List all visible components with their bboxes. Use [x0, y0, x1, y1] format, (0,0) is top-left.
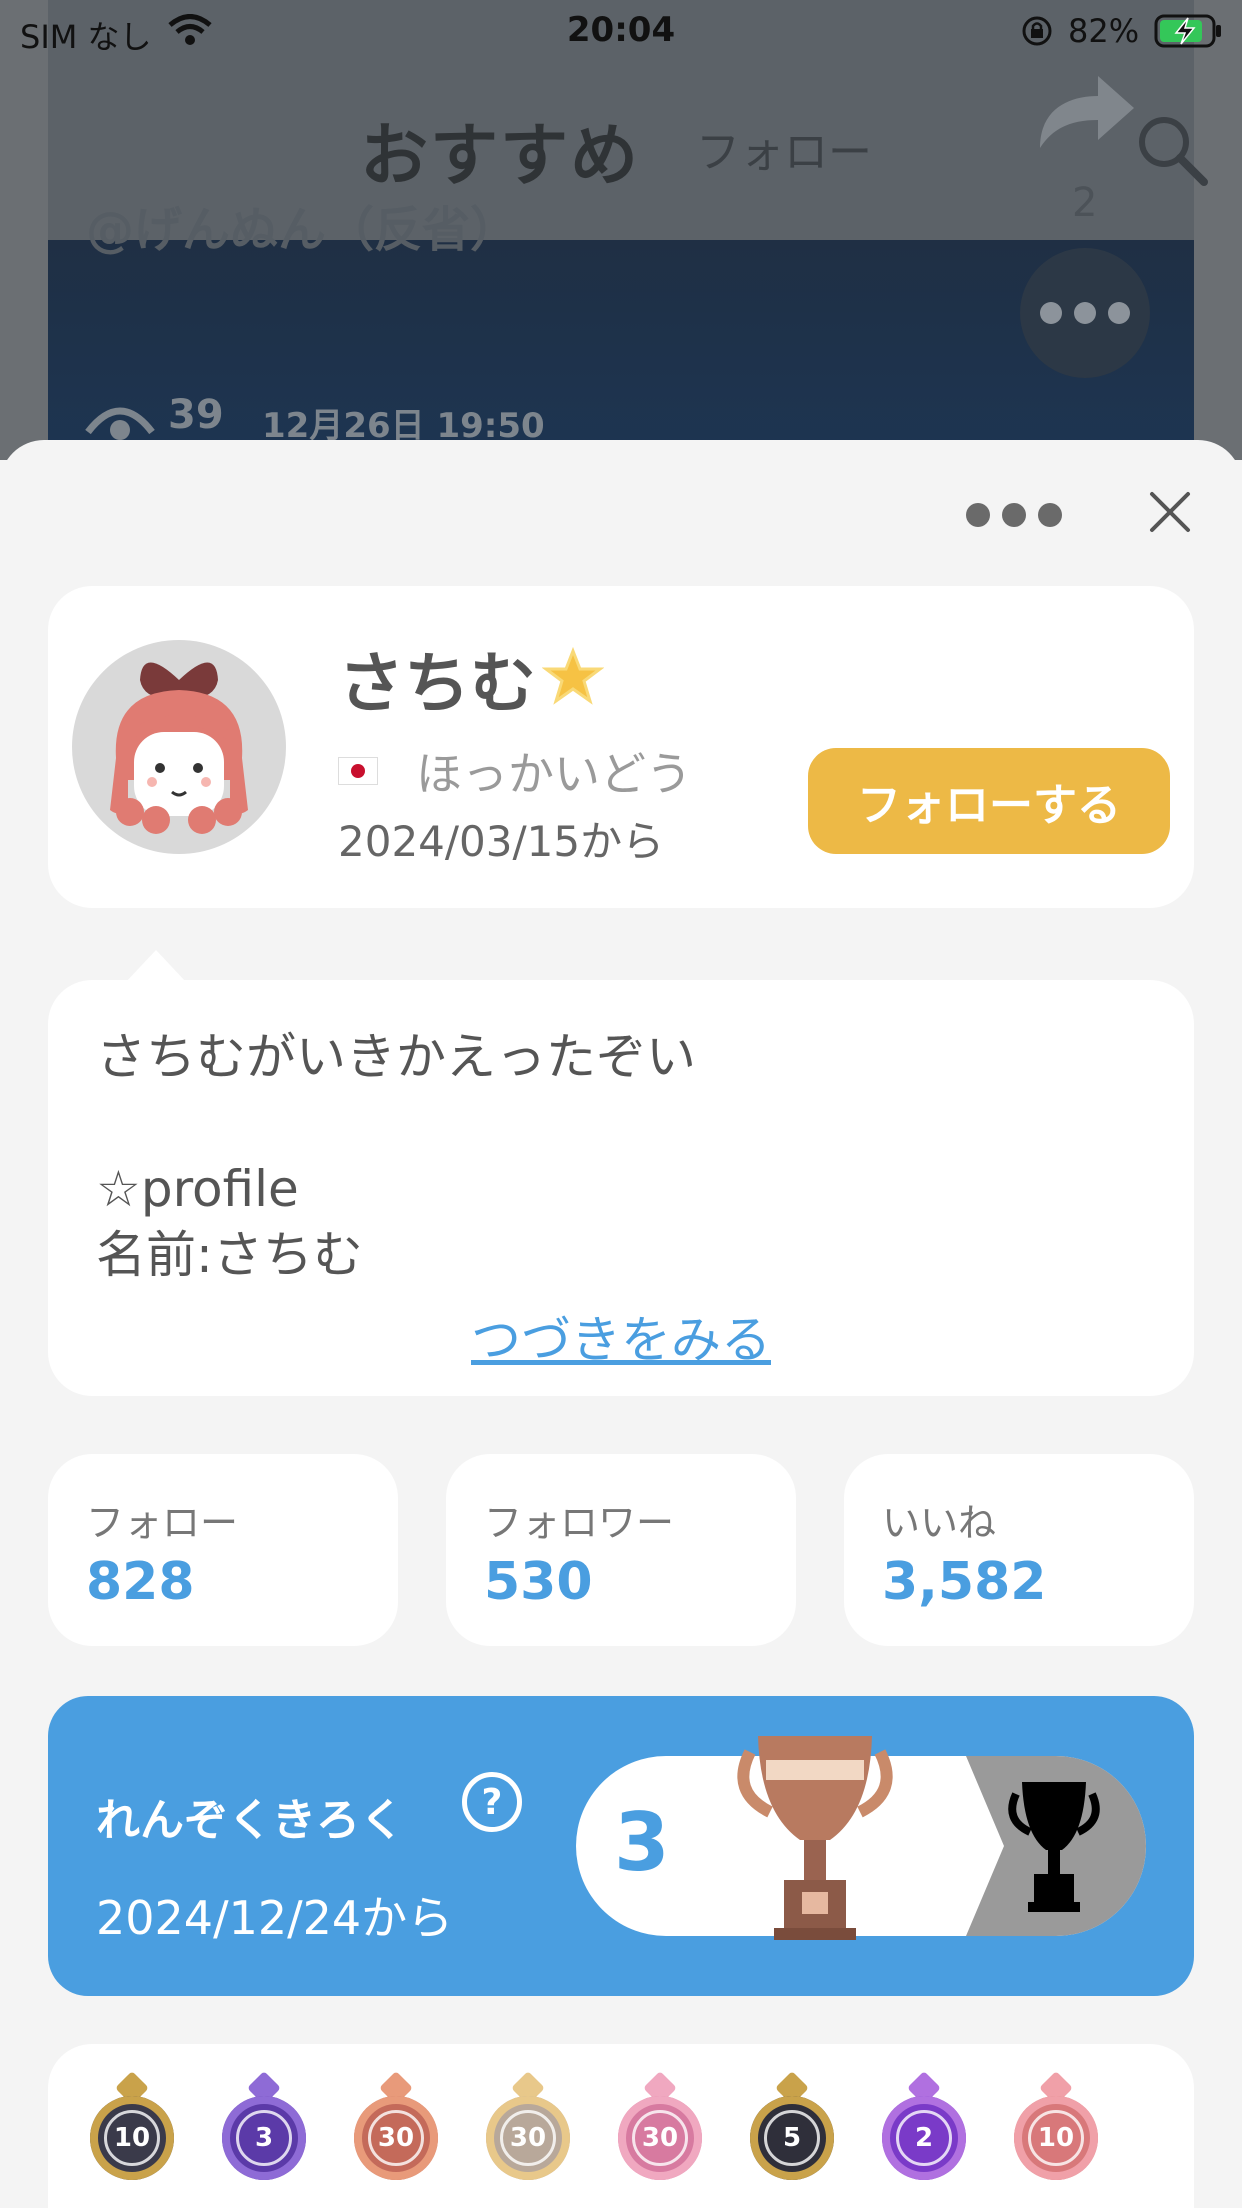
streak-title: れんぞくきろく	[96, 1795, 404, 1846]
follow-button[interactable]: フォローする	[808, 748, 1170, 854]
joined-date: 2024/03/15から	[338, 817, 665, 866]
rotation-lock-icon	[1022, 16, 1052, 46]
badge-medal-icon[interactable]: 30	[348, 2068, 444, 2196]
feed-tab-following: フォロー	[696, 127, 872, 178]
share-count: 2	[1072, 180, 1098, 226]
stat-value: 828	[86, 1552, 195, 1612]
stat-likes[interactable]: いいね 3,582	[844, 1454, 1194, 1646]
badge-medal-icon[interactable]: 3	[216, 2068, 312, 2196]
badges-row: 10 3 30 30 30 5 2 10	[84, 2068, 1104, 2196]
stat-following[interactable]: フォロー 828	[48, 1454, 398, 1646]
status-bar: SIM なし 20:04 82%	[0, 0, 1242, 60]
profile-name: さちむ	[338, 645, 536, 722]
background-feed: おすすめ フォロー @げんぬん（反省） 2 39 12月26日 19:50	[0, 0, 1242, 460]
badge-number: 2	[896, 2110, 952, 2166]
badge-body: 10	[90, 2096, 174, 2180]
japan-flag-icon	[338, 757, 378, 785]
avatar[interactable]	[72, 640, 286, 854]
feed-tab-recommended: おすすめ	[360, 117, 641, 196]
locked-trophy-icon	[1008, 1782, 1100, 1912]
bio-text: さちむがいきかえったぞい ☆profile 名前:さちむ	[96, 1028, 696, 1284]
badge-body: 30	[618, 2096, 702, 2180]
badge-number: 10	[104, 2110, 160, 2166]
post-more-icon	[1020, 248, 1150, 378]
stat-label: フォロワー	[484, 1501, 675, 1545]
bio-pointer	[126, 950, 186, 982]
badge-medal-icon[interactable]: 30	[480, 2068, 576, 2196]
badge-number: 5	[764, 2110, 820, 2166]
close-icon[interactable]	[1146, 488, 1194, 536]
badge-body: 5	[750, 2096, 834, 2180]
share-icon	[1040, 76, 1134, 148]
stat-label: フォロー	[86, 1501, 239, 1545]
more-options-icon[interactable]	[966, 500, 1066, 530]
location-label: ほっかいどう	[416, 747, 692, 801]
view-count: 39	[168, 392, 224, 438]
streak-since: 2024/12/24から	[96, 1891, 454, 1945]
bronze-trophy-icon	[737, 1736, 893, 1940]
stat-label: いいね	[882, 1501, 997, 1545]
badge-medal-icon[interactable]: 5	[744, 2068, 840, 2196]
badge-medal-icon[interactable]: 10	[1008, 2068, 1104, 2196]
battery-percent: 82%	[1068, 12, 1140, 50]
stat-value: 530	[484, 1552, 593, 1612]
badge-number: 30	[368, 2110, 424, 2166]
bio-card: さちむがいきかえったぞい ☆profile 名前:さちむ つづきをみる	[48, 980, 1194, 1396]
badges-card: 10 3 30 30 30 5 2 10	[48, 2044, 1194, 2208]
badge-body: 3	[222, 2096, 306, 2180]
stat-followers[interactable]: フォロワー 530	[446, 1454, 796, 1646]
badge-body: 10	[1014, 2096, 1098, 2180]
avatar-illustration	[110, 662, 248, 834]
read-more-link[interactable]: つづきをみる	[48, 1300, 1194, 1372]
search-icon	[1139, 117, 1208, 186]
badge-medal-icon[interactable]: 10	[84, 2068, 180, 2196]
stat-value: 3,582	[882, 1552, 1047, 1612]
profile-sheet: さちむ ほっかいどう 2024/03/15から フォローする さちむがいきかえっ…	[0, 440, 1242, 2208]
badge-body: 2	[882, 2096, 966, 2180]
eye-icon	[85, 407, 155, 440]
badge-medal-icon[interactable]: 30	[612, 2068, 708, 2196]
profile-card: さちむ ほっかいどう 2024/03/15から フォローする	[48, 586, 1194, 908]
help-icon[interactable]: ?	[462, 1772, 522, 1832]
background-post-user: @げんぬん（反省）	[86, 202, 519, 258]
badge-medal-icon[interactable]: 2	[876, 2068, 972, 2196]
star-icon	[542, 647, 604, 705]
profile-name-row: さちむ	[338, 630, 604, 726]
badge-number: 10	[1028, 2110, 1084, 2166]
streak-count: 3	[614, 1796, 670, 1889]
badge-number: 30	[500, 2110, 556, 2166]
location-row: ほっかいどう	[338, 738, 692, 804]
badge-body: 30	[354, 2096, 438, 2180]
badge-number: 30	[632, 2110, 688, 2166]
clock: 20:04	[566, 10, 676, 50]
badge-body: 30	[486, 2096, 570, 2180]
battery-charging-icon	[1154, 14, 1221, 48]
badge-number: 3	[236, 2110, 292, 2166]
